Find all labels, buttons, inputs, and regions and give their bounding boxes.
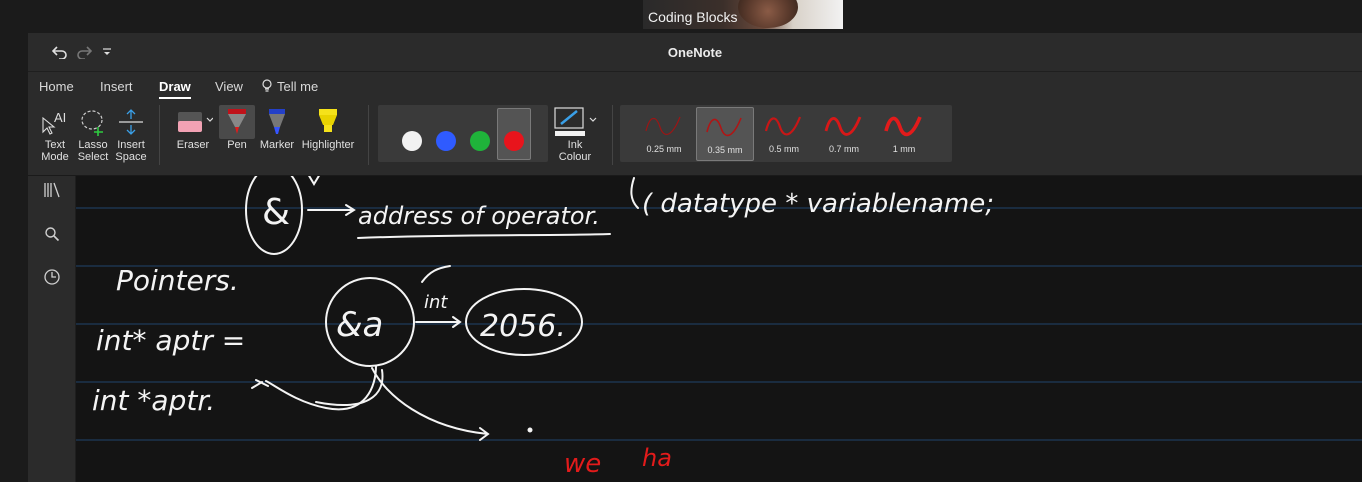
color-swatch-green[interactable] [470, 131, 490, 151]
thickness-option-1[interactable]: 1 mm [876, 107, 932, 159]
ampersand-symbol: & [262, 192, 290, 233]
highlighter-label: Highlighter [301, 139, 355, 151]
notebooks-icon[interactable] [42, 180, 62, 200]
tab-view[interactable]: View [215, 79, 243, 94]
lasso-icon [76, 105, 110, 139]
marker-label: Marker [259, 139, 295, 151]
ribbon-separator [159, 105, 160, 165]
red-ink-text: we ha [564, 444, 672, 479]
ribbon-separator [368, 105, 369, 165]
value-2056: 2056. [480, 309, 566, 344]
insert-space-label-2: Space [115, 151, 147, 163]
tab-home[interactable]: Home [39, 79, 74, 94]
color-swatch-red[interactable] [504, 131, 524, 151]
thickness-option-025[interactable]: 0.25 mm [636, 107, 692, 159]
thickness-label: 0.25 mm [646, 144, 682, 154]
title-bar: OneNote [28, 33, 1362, 72]
thickness-palette: 0.25 mm 0.35 mm 0.5 mm 0.7 mm 1 mm [620, 105, 952, 162]
tell-me-label: Tell me [277, 79, 319, 94]
thickness-option-07[interactable]: 0.7 mm [816, 107, 872, 159]
search-icon[interactable] [42, 224, 62, 244]
text-mode-label-1: Text [44, 139, 66, 151]
participant-face [738, 0, 798, 28]
marker-button[interactable]: Marker [257, 105, 297, 151]
highlighter-button[interactable]: Highlighter [298, 105, 358, 151]
address-of-operator-text: address of operator. [358, 202, 600, 230]
insert-space-label-1: Insert [117, 139, 145, 151]
pointers-heading: Pointers. [116, 264, 239, 297]
red-word-2: ha [642, 444, 672, 472]
ink-text: & address of operator. ( datatype * vari… [92, 189, 994, 417]
color-swatch-blue[interactable] [436, 131, 456, 151]
lasso-select-button[interactable]: Lasso Select [76, 105, 110, 163]
highlighter-icon [298, 105, 358, 139]
app-title: OneNote [667, 45, 723, 60]
text-mode-label-2: Mode [41, 151, 69, 163]
participant-video-thumbnail[interactable]: Coding Blocks [643, 0, 843, 29]
tab-insert[interactable]: Insert [100, 79, 133, 94]
pointer-declaration-line: int* aptr = [96, 324, 245, 357]
ribbon-tabs: Home Insert Draw View Tell me [28, 73, 1362, 99]
eraser-label: Eraser [176, 139, 210, 151]
pen-icon [219, 105, 255, 139]
tab-draw[interactable]: Draw [159, 79, 191, 99]
thickness-option-035[interactable]: 0.35 mm [696, 107, 754, 161]
lightbulb-icon [262, 79, 272, 96]
thickness-label: 1 mm [892, 144, 916, 154]
tab-tell-me[interactable]: Tell me [262, 79, 318, 96]
red-word-1: we [564, 449, 601, 479]
insert-space-icon [114, 105, 148, 139]
pen-button[interactable]: Pen [219, 105, 255, 151]
thickness-label: 0.5 mm [768, 144, 799, 154]
eraser-icon [170, 105, 216, 139]
ink-colour-label-1: Ink [567, 139, 583, 151]
declaration-text: ( datatype * variablename; [642, 189, 994, 219]
ink-colour-button[interactable]: Ink Colour [552, 105, 598, 163]
eraser-button[interactable]: Eraser [170, 105, 216, 151]
onenote-window: OneNote Home Insert Draw View Tell me AI… [28, 33, 1362, 482]
draw-ribbon: AI Text Mode Lasso Select Insert Space E… [28, 99, 1362, 176]
text-mode-button[interactable]: AI Text Mode [38, 105, 72, 163]
meeting-top-strip: Coding Blocks [0, 0, 1362, 33]
note-canvas[interactable]: & address of operator. ( datatype * vari… [76, 176, 1362, 482]
rule-lines [76, 207, 1362, 441]
svg-text:AI: AI [54, 110, 66, 125]
navigation-rail [28, 176, 76, 482]
ink-colour-icon [552, 105, 598, 139]
ink-colour-label-2: Colour [558, 151, 592, 163]
color-swatch-white[interactable] [402, 131, 422, 151]
ribbon-separator [612, 105, 613, 165]
insert-space-button[interactable]: Insert Space [114, 105, 148, 163]
participant-name: Coding Blocks [648, 9, 738, 25]
lasso-label-1: Lasso [78, 139, 108, 151]
recent-icon[interactable] [42, 267, 62, 287]
text-mode-icon: AI [38, 105, 72, 139]
thickness-label: 0.35 mm [707, 145, 743, 155]
thickness-label: 0.7 mm [828, 144, 859, 154]
pointer-declaration-line-2: int *aptr. [92, 384, 215, 417]
int-annotation: int [424, 292, 448, 313]
pen-label: Pen [227, 139, 247, 151]
ink-layer: & address of operator. ( datatype * vari… [76, 176, 1362, 479]
thickness-option-05[interactable]: 0.5 mm [756, 107, 812, 159]
marker-icon [257, 105, 297, 139]
address-expression: &a [336, 305, 383, 345]
color-palette [378, 105, 548, 162]
lasso-label-2: Select [77, 151, 109, 163]
